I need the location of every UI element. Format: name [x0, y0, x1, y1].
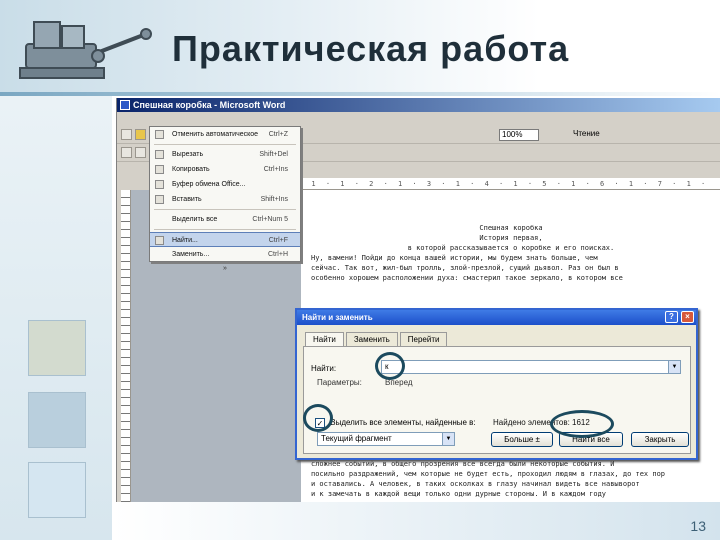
menu-item-undo[interactable]: Отменить автоматическое Ctrl+Z	[150, 127, 300, 142]
open-folder-icon[interactable]	[135, 129, 146, 140]
document-line: сложнее событий, в общего прозрения все …	[311, 460, 615, 468]
find-all-button[interactable]: Найти все	[559, 432, 623, 447]
style-icon[interactable]	[121, 147, 132, 158]
document-line: Спешная коробка	[479, 224, 543, 232]
clipboard-icon	[155, 180, 164, 189]
document-line: Ну, вамени! Пойди до конца вашей истории…	[311, 254, 598, 262]
chevron-down-icon[interactable]: ▼	[442, 433, 454, 445]
menu-item-label: Найти...	[172, 237, 198, 244]
menu-item-cut[interactable]: Вырезать Shift+Del	[150, 147, 300, 162]
slide-footer-band	[112, 500, 720, 540]
highlight-all-checkbox[interactable]: ✓	[315, 418, 325, 428]
menu-item-label: Буфер обмена Office...	[172, 181, 246, 188]
menu-item-shortcut: Ctrl+Z	[268, 131, 288, 138]
menu-separator	[154, 229, 296, 230]
decor-square	[28, 462, 86, 518]
found-count-text: Найдено элементов: 1612	[493, 418, 590, 427]
binoculars-icon	[155, 236, 164, 245]
menu-item-office-clipboard[interactable]: Буфер обмена Office...	[150, 177, 300, 192]
cut-icon	[155, 150, 164, 159]
menu-item-shortcut: Shift+Ins	[260, 196, 288, 203]
decor-square	[28, 320, 86, 376]
find-input-value: к	[385, 362, 389, 371]
find-replace-dialog: Найти и заменить ? × Найти Заменить Пере…	[295, 308, 698, 460]
menu-separator	[154, 209, 296, 210]
menu-item-label: Заменить...	[172, 251, 210, 258]
document-line: посильно раздражений, чем которые не буд…	[311, 470, 666, 478]
window-title: Спешная коробка - Microsoft Word	[133, 100, 286, 110]
menu-item-label: Вырезать	[172, 151, 204, 158]
slide-page-number: 13	[690, 518, 706, 534]
menu-item-shortcut: Ctrl+Num 5	[252, 216, 288, 223]
document-line: и оставались. А человек, в таких осколка…	[311, 480, 640, 488]
vise-icon	[19, 21, 152, 79]
reading-mode-button[interactable]: Чтение	[573, 129, 600, 138]
menu-item-shortcut: Ctrl+Ins	[263, 166, 288, 173]
dialog-tabs: Найти Заменить Перейти	[305, 332, 449, 346]
tab-goto[interactable]: Перейти	[399, 332, 448, 346]
horizontal-ruler: · 1 · 1 · 2 · 1 · 3 · 1 · 4 · 1 · 5 · 1 …	[297, 178, 720, 190]
menu-item-shortcut: Shift+Del	[259, 151, 288, 158]
more-button[interactable]: Больше ±	[491, 432, 553, 447]
undo-icon	[155, 130, 164, 139]
params-label: Параметры:	[317, 378, 362, 387]
help-icon[interactable]: ?	[665, 311, 678, 323]
zoom-select[interactable]: 100%	[499, 129, 539, 141]
document-line: особенно хорошем расположении духа: смас…	[311, 274, 623, 282]
tab-find[interactable]: Найти	[305, 332, 344, 346]
menu-item-paste[interactable]: Вставить Shift+Ins	[150, 192, 300, 207]
menu-item-shortcut: Ctrl+F	[268, 237, 288, 244]
menu-separator	[154, 144, 296, 145]
paste-icon	[155, 195, 164, 204]
menu-bar	[117, 112, 720, 126]
menu-item-shortcut: Ctrl+H	[267, 251, 288, 258]
highlight-all-label: Выделить все элементы, найденные в:	[330, 418, 476, 428]
decor-square	[28, 392, 86, 448]
menu-item-label: Копировать	[172, 166, 210, 173]
document-line: и к замечать в каждой вещи только одни д…	[311, 490, 607, 498]
new-doc-icon[interactable]	[121, 129, 132, 140]
word-title-bar: Спешная коробка - Microsoft Word	[117, 98, 720, 112]
close-icon[interactable]: ×	[681, 311, 694, 323]
document-line: в которой рассказывается о коробке и его…	[407, 244, 615, 252]
menu-expand-chevron-icon[interactable]: »	[150, 262, 300, 276]
document-line: сейчас. Так вот, жил-был тролль, злой-пр…	[311, 264, 619, 272]
slide-title: Практическая работа	[172, 28, 570, 69]
copy-icon	[155, 165, 164, 174]
menu-item-find[interactable]: Найти... Ctrl+F	[150, 232, 300, 247]
word-app-icon	[120, 100, 130, 110]
bold-icon[interactable]	[135, 147, 146, 158]
vertical-ruler	[121, 190, 131, 502]
search-params: Параметры: Вперед	[317, 378, 413, 387]
scope-select[interactable]: Текущий фрагмент ▼	[317, 432, 455, 446]
menu-item-label: Выделить все	[172, 216, 218, 223]
menu-item-label: Вставить	[172, 196, 202, 203]
menu-item-copy[interactable]: Копировать Ctrl+Ins	[150, 162, 300, 177]
close-button[interactable]: Закрыть	[631, 432, 689, 447]
menu-item-replace[interactable]: Заменить... Ctrl+H	[150, 247, 300, 262]
find-input[interactable]: к ▼	[381, 360, 681, 374]
find-label: Найти:	[311, 364, 337, 373]
menu-item-select-all[interactable]: Выделить все Ctrl+Num 5	[150, 212, 300, 227]
tab-replace[interactable]: Заменить	[345, 332, 398, 346]
edit-menu: Отменить автоматическое Ctrl+Z Вырезать Sh…	[149, 126, 301, 272]
document-line: История первая,	[479, 234, 543, 242]
chevron-down-icon[interactable]: ▼	[668, 361, 680, 373]
dialog-title-bar: Найти и заменить ? ×	[297, 310, 696, 325]
highlight-all-row: ✓ Выделить все элементы, найденные в:	[315, 418, 476, 428]
params-value: Вперед	[385, 378, 413, 387]
menu-item-label: Отменить автоматическое	[172, 131, 259, 138]
dialog-title: Найти и заменить	[302, 313, 373, 322]
scope-value: Текущий фрагмент	[321, 434, 392, 443]
